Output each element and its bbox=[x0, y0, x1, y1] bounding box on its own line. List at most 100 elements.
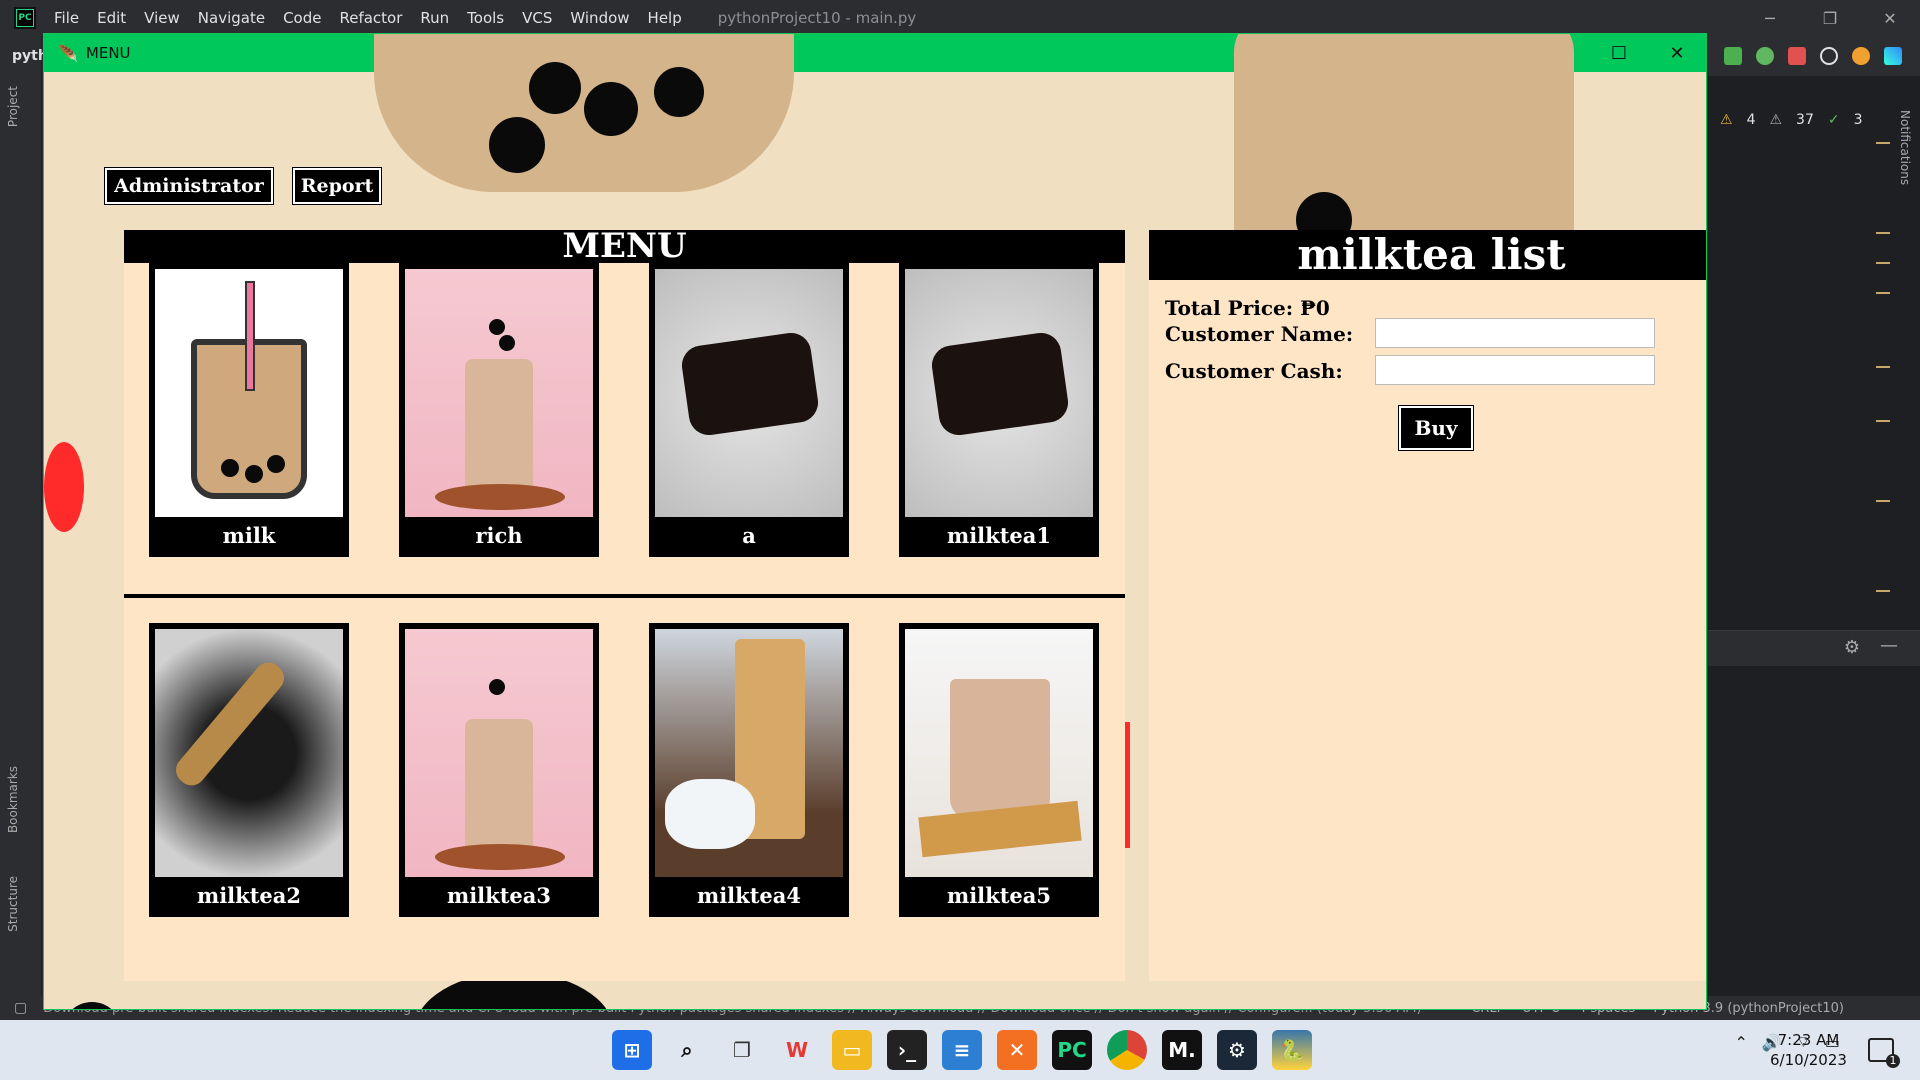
restore-icon[interactable]: ❐ bbox=[1800, 0, 1860, 36]
menu-item-card[interactable]: milktea4 bbox=[649, 623, 849, 917]
iced-milk-tea-image bbox=[655, 629, 843, 877]
task-view-icon[interactable]: ❐ bbox=[722, 1030, 762, 1070]
menu-item-card[interactable]: milktea5 bbox=[899, 623, 1099, 917]
customer-cash-input[interactable] bbox=[1375, 355, 1655, 385]
milk-tea-glass-image bbox=[405, 269, 593, 517]
structure-tool-label[interactable]: Structure bbox=[6, 876, 20, 932]
ide-window-title: pythonProject10 - main.py bbox=[717, 9, 917, 27]
menu-edit[interactable]: Edit bbox=[97, 9, 126, 27]
menu-item-card[interactable]: a bbox=[649, 263, 849, 557]
gutter-marker[interactable] bbox=[1876, 366, 1890, 368]
jetbrains-icon[interactable] bbox=[1884, 47, 1902, 65]
heart-shape bbox=[44, 442, 84, 532]
debug-icon[interactable] bbox=[1756, 47, 1774, 65]
gutter-marker[interactable] bbox=[1876, 500, 1890, 502]
close-icon[interactable]: ✕ bbox=[1860, 0, 1920, 36]
rerun-icon[interactable] bbox=[1724, 47, 1742, 65]
menu-item-card[interactable]: milktea1 bbox=[899, 263, 1099, 557]
pycharm-logo-icon[interactable] bbox=[14, 7, 36, 29]
inspection-widget[interactable]: ⚠ 4 ⚠ 37 ✓ 3 bbox=[1720, 112, 1863, 128]
ide-bottom-panel-header: ⚙ — bbox=[1708, 630, 1920, 666]
menu-item-label: milktea1 bbox=[946, 523, 1051, 548]
notifications-tool-label[interactable]: Notifications bbox=[1898, 110, 1912, 185]
taskbar-clock[interactable]: 7:23 AM 6/10/2023 bbox=[1770, 1030, 1847, 1070]
menu-item-label: milktea4 bbox=[696, 883, 801, 908]
file-explorer-icon[interactable]: ▭ bbox=[832, 1030, 872, 1070]
menu-view[interactable]: View bbox=[144, 9, 180, 27]
close-icon[interactable]: ✕ bbox=[1648, 34, 1706, 72]
start-icon[interactable]: ⊞ bbox=[612, 1030, 652, 1070]
buy-button[interactable]: Buy bbox=[1398, 405, 1474, 451]
report-button[interactable]: Report bbox=[292, 167, 382, 205]
gutter-marker[interactable] bbox=[1876, 292, 1890, 294]
stop-icon[interactable] bbox=[1788, 47, 1806, 65]
milk-tea-glass-image bbox=[405, 629, 593, 877]
settings-icon[interactable]: ⚙ bbox=[1844, 637, 1860, 658]
project-tool-label[interactable]: Project bbox=[6, 86, 20, 127]
menu-item-label: milktea3 bbox=[446, 883, 551, 908]
pearl-shape bbox=[584, 82, 638, 136]
menu-item-label: milktea2 bbox=[196, 883, 301, 908]
menu-item-label: a bbox=[742, 523, 756, 548]
administrator-button[interactable]: Administrator bbox=[104, 167, 274, 205]
menu-window[interactable]: Window bbox=[570, 9, 629, 27]
menu-item-card[interactable]: rich bbox=[399, 263, 599, 557]
menu-run[interactable]: Run bbox=[420, 9, 449, 27]
warning-icon: ⚠ bbox=[1720, 112, 1733, 128]
notification-center-icon[interactable]: 1 bbox=[1868, 1038, 1900, 1068]
menu-item-card[interactable]: milktea2 bbox=[149, 623, 349, 917]
taskbar-pinned-apps: ⊞ ⌕ ❐ W ▭ ›_ ≡ ✕ PC M. ⚙ 🐍 bbox=[612, 1030, 1312, 1070]
ide-left-toolstrip: pyth Project Bookmarks Structure bbox=[0, 36, 48, 1016]
customer-name-input[interactable] bbox=[1375, 318, 1655, 348]
chrome-icon[interactable] bbox=[1107, 1030, 1147, 1070]
maximize-icon[interactable]: ☐ bbox=[1590, 34, 1648, 72]
menu-help[interactable]: Help bbox=[648, 9, 682, 27]
search-icon[interactable] bbox=[1820, 47, 1838, 65]
menu-title: MENU bbox=[124, 229, 1125, 263]
ide-window-controls: ─ ❐ ✕ bbox=[1740, 0, 1920, 36]
menu-refactor[interactable]: Refactor bbox=[339, 9, 402, 27]
steam-icon[interactable]: ⚙ bbox=[1217, 1030, 1257, 1070]
update-icon[interactable] bbox=[1852, 47, 1870, 65]
weak-warning-icon: ⚠ bbox=[1769, 112, 1783, 128]
xampp-icon[interactable]: ✕ bbox=[997, 1030, 1037, 1070]
customer-name-label: Customer Name: bbox=[1165, 322, 1354, 346]
menu-item-label: rich bbox=[475, 523, 523, 548]
gutter-marker[interactable] bbox=[1876, 232, 1890, 234]
python-icon[interactable]: 🐍 bbox=[1272, 1030, 1312, 1070]
bookmarks-tool-label[interactable]: Bookmarks bbox=[6, 766, 20, 833]
menu-app-window: 🪶 MENU ─ ☐ ✕ Administrator Report MENU bbox=[43, 33, 1707, 1010]
hide-panel-icon[interactable]: — bbox=[1880, 635, 1898, 656]
ide-editor-right bbox=[1708, 36, 1920, 1016]
terminal-icon[interactable]: ›_ bbox=[887, 1030, 927, 1070]
search-icon[interactable]: ⌕ bbox=[667, 1030, 707, 1070]
customer-cash-label: Customer Cash: bbox=[1165, 359, 1343, 383]
pycharm-icon[interactable]: PC bbox=[1052, 1030, 1092, 1070]
grass-jelly-image bbox=[905, 269, 1093, 517]
notepad-icon[interactable]: ≡ bbox=[942, 1030, 982, 1070]
chevron-up-icon[interactable]: ⌃ bbox=[1735, 1033, 1748, 1052]
menu-item-card[interactable]: milk bbox=[149, 263, 349, 557]
menu-navigate[interactable]: Navigate bbox=[198, 9, 265, 27]
gutter-marker[interactable] bbox=[1876, 420, 1890, 422]
feather-icon: 🪶 bbox=[58, 43, 78, 63]
status-panel-icon[interactable]: ▢ bbox=[14, 1000, 27, 1016]
minimize-icon[interactable]: ─ bbox=[1740, 0, 1800, 36]
wps-office-icon[interactable]: W bbox=[777, 1030, 817, 1070]
menu-item-label: milk bbox=[222, 523, 276, 548]
gutter-marker[interactable] bbox=[1876, 262, 1890, 264]
chocolate-milk-tea-image bbox=[905, 629, 1093, 877]
menu-tools[interactable]: Tools bbox=[467, 9, 504, 27]
menu-vcs[interactable]: VCS bbox=[522, 9, 552, 27]
milktea-list-panel: milktea list Total Price: ₱0 Customer Na… bbox=[1149, 230, 1706, 981]
ok-count: 3 bbox=[1853, 112, 1863, 128]
ide-menubar: File Edit View Navigate Code Refactor Ru… bbox=[0, 0, 1920, 36]
grass-jelly-image bbox=[655, 269, 843, 517]
menu-code[interactable]: Code bbox=[283, 9, 321, 27]
medium-icon[interactable]: M. bbox=[1162, 1030, 1202, 1070]
menu-item-card[interactable]: milktea3 bbox=[399, 623, 599, 917]
gutter-marker[interactable] bbox=[1876, 590, 1890, 592]
menu-file[interactable]: File bbox=[54, 9, 79, 27]
gutter-marker[interactable] bbox=[1876, 142, 1890, 144]
app-window-title: MENU bbox=[85, 44, 131, 62]
